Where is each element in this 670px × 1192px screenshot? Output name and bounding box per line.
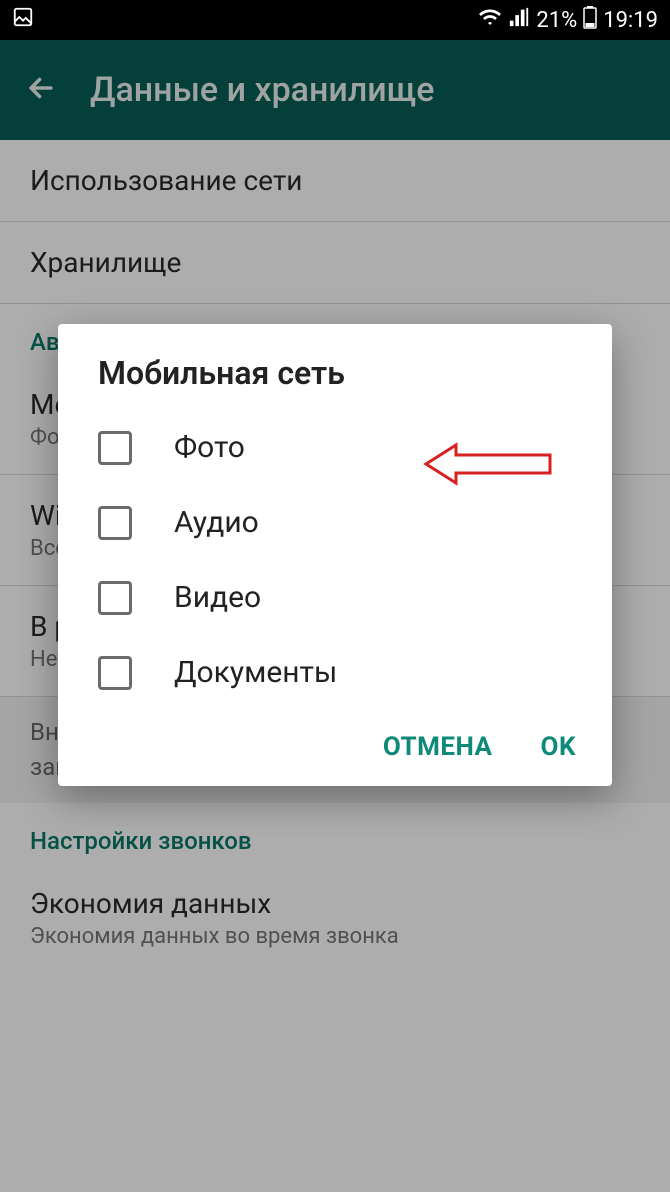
- option-photo[interactable]: Фото: [58, 410, 612, 485]
- option-docs[interactable]: Документы: [58, 635, 612, 710]
- option-docs-label: Документы: [174, 655, 337, 690]
- option-audio-label: Аудио: [174, 505, 259, 540]
- dialog-actions: ОТМЕНА OK: [58, 710, 612, 772]
- option-video[interactable]: Видео: [58, 560, 612, 635]
- status-bar: 21% 19:19: [0, 0, 670, 40]
- checkbox-photo[interactable]: [98, 431, 132, 465]
- battery-icon: [583, 5, 597, 35]
- option-audio[interactable]: Аудио: [58, 485, 612, 560]
- signal-icon: [508, 6, 530, 34]
- cancel-button[interactable]: ОТМЕНА: [383, 732, 493, 762]
- clock-time: 19:19: [603, 8, 658, 33]
- ok-button[interactable]: OK: [541, 732, 576, 762]
- checkbox-video[interactable]: [98, 581, 132, 615]
- option-video-label: Видео: [174, 580, 261, 615]
- checkbox-docs[interactable]: [98, 656, 132, 690]
- gallery-icon: [12, 6, 34, 34]
- dialog-title: Мобильная сеть: [58, 354, 612, 410]
- checkbox-audio[interactable]: [98, 506, 132, 540]
- battery-percent: 21%: [536, 8, 577, 33]
- option-photo-label: Фото: [174, 430, 245, 465]
- wifi-icon: [478, 5, 502, 35]
- mobile-data-dialog: Мобильная сеть Фото Аудио Видео Документ…: [58, 324, 612, 786]
